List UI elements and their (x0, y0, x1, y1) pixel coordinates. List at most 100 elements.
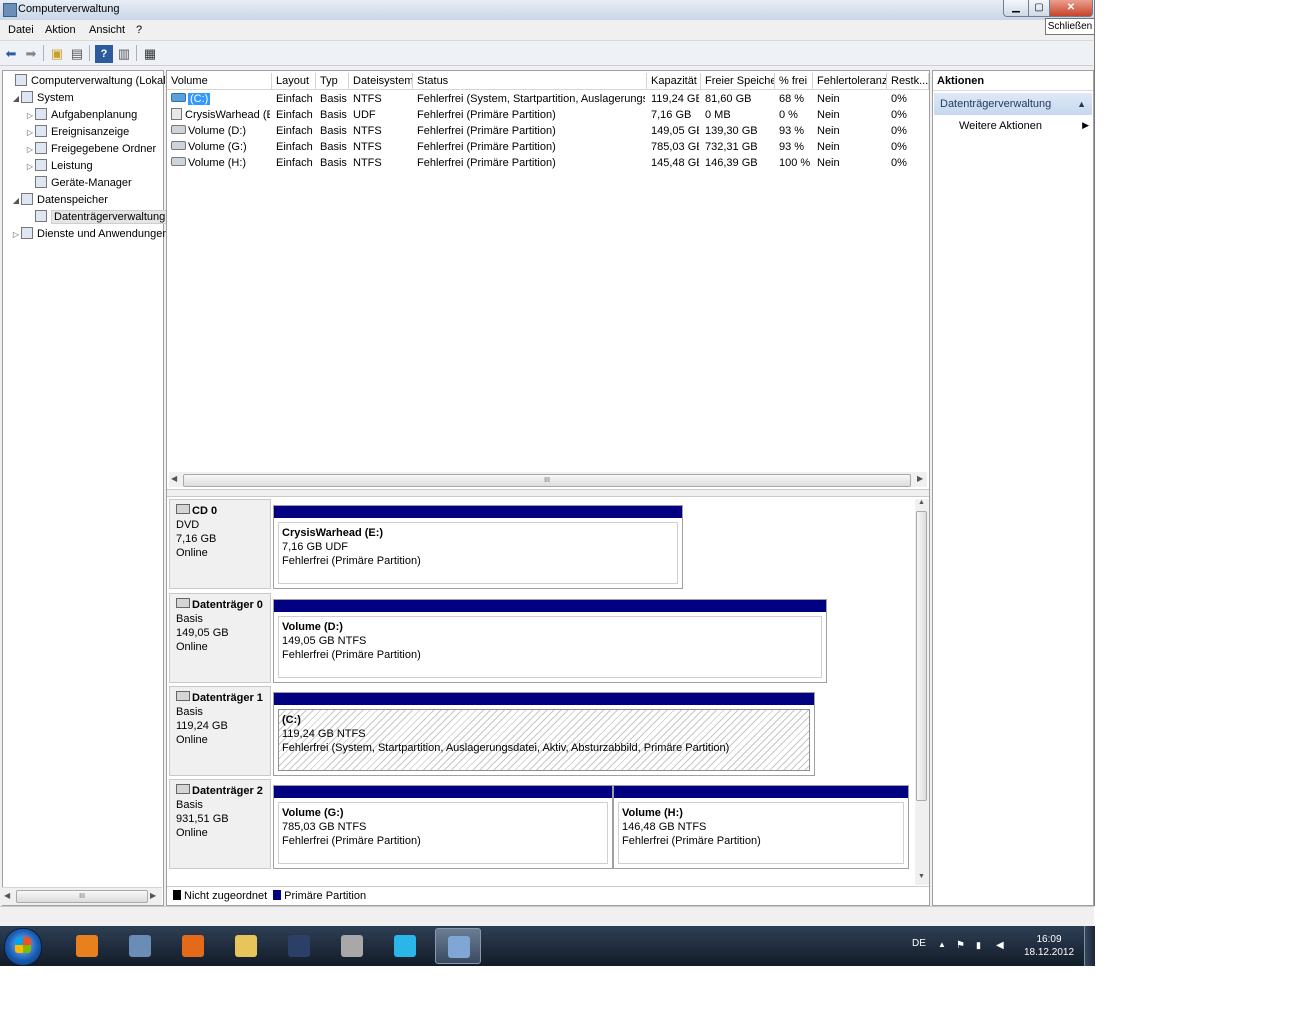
title-bar[interactable]: Computerverwaltung ▁ ▢ ✕ (0, 0, 1094, 20)
table-cell: 119,24 GB (651, 93, 699, 105)
help-icon[interactable]: ? (95, 45, 113, 63)
network-icon[interactable]: ▮ (976, 940, 986, 950)
back-icon[interactable]: ⬅ (2, 45, 20, 63)
disk-vertical-scrollbar[interactable]: ▲ ▼ (915, 499, 929, 885)
taskbar-button[interactable] (382, 928, 428, 964)
disk-info[interactable]: CD 0 DVD 7,16 GB Online (169, 499, 271, 589)
tree-item[interactable]: ▷ Aufgabenplanung (25, 107, 137, 124)
partition-body: Volume (H:) 146,48 GB NTFS Fehlerfrei (Pri… (618, 802, 904, 864)
column-header[interactable]: Status (413, 73, 647, 89)
volume-icon[interactable]: ◀ (996, 940, 1006, 951)
show-hide-tree-icon[interactable]: ▤ (68, 45, 86, 63)
menu-aktion[interactable]: Aktion (45, 24, 76, 36)
show-desktop-button[interactable] (1084, 926, 1095, 966)
start-button[interactable] (4, 928, 42, 966)
tree-item[interactable]: ▷ Freigegebene Ordner (25, 141, 156, 158)
tree-scroll-thumb[interactable]: III (16, 890, 148, 903)
tree-item[interactable]: Geräte-Manager (25, 175, 132, 192)
disk-info[interactable]: Datenträger 1 Basis 119,24 GB Online (169, 686, 271, 776)
scroll-left-arrow-icon[interactable]: ◀ (171, 474, 177, 483)
language-indicator[interactable]: DE (912, 938, 926, 949)
partition-size: 149,05 GB NTFS (282, 635, 367, 647)
taskbar-button[interactable] (276, 928, 322, 964)
column-header[interactable]: Volume (167, 73, 272, 89)
table-row[interactable]: CrysisWarhead (E:) Einfach Basis UDF Fehlerf… (167, 107, 929, 123)
table-row[interactable]: Volume (G:) Einfach Basis NTFS Fehlerfrei (P… (167, 139, 929, 155)
column-header[interactable]: Fehlertoleranz (813, 73, 887, 89)
scroll-down-arrow-icon[interactable]: ▼ (918, 873, 925, 880)
column-header[interactable]: Kapazität (647, 73, 701, 89)
expand-toggle-icon[interactable]: ◢ (11, 192, 21, 209)
table-cell: Fehlerfrei (Primäre Partition) (417, 141, 556, 153)
column-header[interactable]: Restk... (887, 73, 929, 89)
partition-size: 119,24 GB NTFS (282, 728, 366, 740)
table-row[interactable]: (C:) Einfach Basis NTFS Fehlerfrei (System, … (167, 91, 929, 107)
disk-info[interactable]: Datenträger 0 Basis 149,05 GB Online (169, 593, 271, 683)
table-cell: 93 % (779, 125, 805, 137)
disk-kind: Basis (176, 613, 203, 625)
taskbar-button[interactable] (117, 928, 163, 964)
expand-toggle-icon[interactable]: ▷ (25, 107, 35, 124)
properties-icon[interactable]: ▦ (141, 45, 159, 63)
partition-block[interactable]: CrysisWarhead (E:) 7,16 GB UDF Fehlerfrei … (273, 505, 683, 589)
tree-horizontal-scrollbar[interactable]: ◀ III ▶ (2, 887, 162, 905)
maximize-button[interactable]: ▢ (1028, 0, 1050, 17)
partition-block[interactable]: Volume (H:) 146,48 GB NTFS Fehlerfrei (Pri… (613, 785, 909, 869)
submenu-arrow-icon: ▶ (1082, 120, 1089, 130)
table-cell: Einfach (276, 93, 313, 105)
tree-item[interactable]: Datenträgerverwaltung (25, 209, 169, 226)
collapse-icon[interactable]: ▲ (1077, 93, 1086, 115)
taskbar-button[interactable] (329, 928, 375, 964)
tree-item[interactable]: ▷ Dienste und Anwendungen (11, 226, 169, 243)
disk-info[interactable]: Datenträger 2 Basis 931,51 GB Online (169, 779, 271, 869)
expand-toggle-icon[interactable]: ◢ (11, 90, 21, 107)
column-header[interactable]: Freier Speicher (701, 73, 775, 89)
tree-item[interactable]: ▷ Ereignisanzeige (25, 124, 129, 141)
forward-icon[interactable]: ➡ (22, 45, 40, 63)
volume-name: (C:) (188, 93, 211, 105)
actions-section-header[interactable]: Datenträgerverwaltung ▲ (934, 93, 1092, 115)
tree-item[interactable]: ◢ Datenspeicher (11, 192, 108, 209)
more-actions-item[interactable]: Weitere Aktionen ▶ (959, 120, 1091, 132)
taskbar-button[interactable] (64, 928, 110, 964)
expand-toggle-icon[interactable]: ▷ (11, 226, 21, 243)
up-folder-icon[interactable]: ▣ (48, 45, 66, 63)
scroll-right-arrow-icon[interactable]: ▶ (917, 474, 923, 483)
expand-toggle-icon[interactable]: ▷ (25, 124, 35, 141)
table-row[interactable]: Volume (D:) Einfach Basis NTFS Fehlerfrei (P… (167, 123, 929, 139)
expand-toggle-icon[interactable]: ▷ (25, 141, 35, 158)
tree-item[interactable]: ◢ System (11, 90, 74, 107)
pane-splitter[interactable] (167, 489, 929, 497)
firefox-icon (182, 935, 204, 957)
action-pane-icon[interactable]: ▥ (115, 45, 133, 63)
list-horizontal-scrollbar[interactable]: ◀ III ▶ (169, 472, 927, 487)
show-hidden-icons-icon[interactable]: ▲ (938, 940, 948, 950)
taskbar-button[interactable] (223, 928, 269, 964)
column-header[interactable]: Dateisystem (349, 73, 413, 89)
partition-block[interactable]: Volume (G:) 785,03 GB NTFS Fehlerfrei (Pri… (273, 785, 613, 869)
menu-datei[interactable]: Datei (8, 24, 34, 36)
column-header[interactable]: % frei (775, 73, 813, 89)
scroll-right-arrow-icon[interactable]: ▶ (150, 891, 156, 900)
scroll-left-arrow-icon[interactable]: ◀ (4, 891, 10, 900)
tree-item[interactable]: Computerverwaltung (Lokal) (5, 73, 169, 90)
taskbar-button[interactable] (435, 928, 481, 964)
expand-toggle-icon[interactable]: ▷ (25, 158, 35, 175)
column-header[interactable]: Typ (316, 73, 349, 89)
scroll-up-arrow-icon[interactable]: ▲ (918, 499, 925, 506)
table-row[interactable]: Volume (H:) Einfach Basis NTFS Fehlerfrei (P… (167, 155, 929, 171)
menu-help[interactable]: ? (136, 24, 142, 36)
disk-scroll-thumb[interactable] (916, 511, 927, 801)
close-button[interactable]: ✕ (1049, 0, 1093, 17)
minimize-button[interactable]: ▁ (1003, 0, 1029, 17)
action-center-flag-icon[interactable]: ⚑ (956, 940, 966, 951)
taskbar-button[interactable] (170, 928, 216, 964)
clock[interactable]: 16:09 18.12.2012 (1018, 933, 1080, 959)
partition-block[interactable]: Volume (D:) 149,05 GB NTFS Fehlerfrei (Pri… (273, 599, 827, 683)
column-header[interactable]: Layout (272, 73, 316, 89)
menu-ansicht[interactable]: Ansicht (89, 24, 125, 36)
tree-item[interactable]: ▷ Leistung (25, 158, 93, 175)
partition-block[interactable]: (C:) 119,24 GB NTFS Fehlerfrei (System, St… (273, 692, 815, 776)
table-cell: 0 % (779, 109, 798, 121)
list-scroll-thumb[interactable]: III (183, 474, 911, 487)
